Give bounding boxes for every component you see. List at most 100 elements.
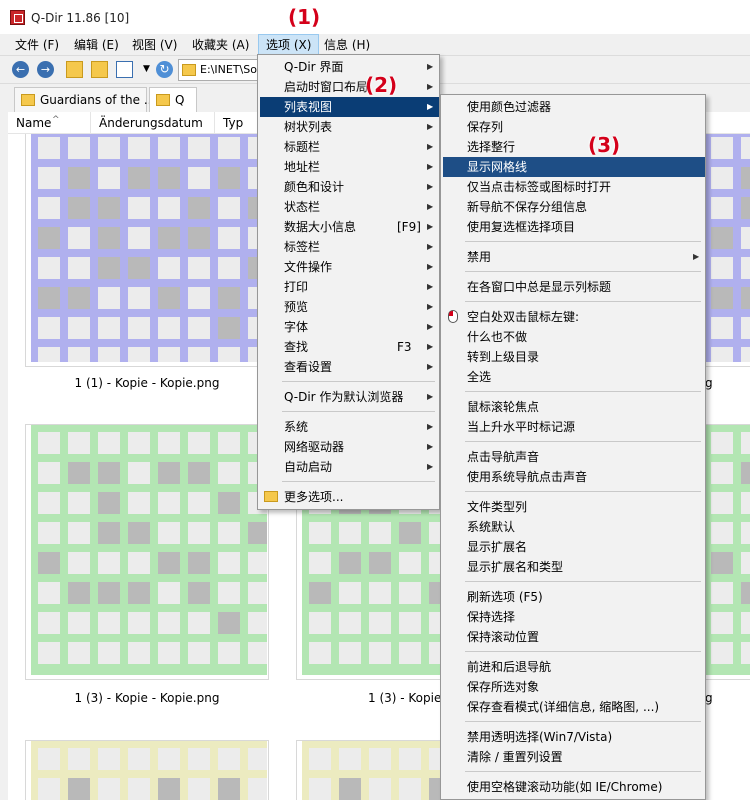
menu-item[interactable]: 显示扩展名和类型 xyxy=(443,557,705,577)
menu-item[interactable]: 什么也不做 xyxy=(443,327,705,347)
menu-item[interactable]: 清除 / 重置列设置 xyxy=(443,747,705,767)
menu-item[interactable]: Q-Dir 界面 ▶ xyxy=(260,57,439,77)
menu-item[interactable]: 保持选择 xyxy=(443,607,705,627)
menu-file[interactable]: 文件 (F) xyxy=(8,34,66,56)
menu-item-label: 仅当点击标签或图标时打开 xyxy=(467,180,612,194)
preview-cell xyxy=(188,778,210,800)
menu-item[interactable]: 显示扩展名 xyxy=(443,537,705,557)
menu-item[interactable]: 系统默认 xyxy=(443,517,705,537)
preview-cell xyxy=(38,257,60,279)
menu-item[interactable]: 网络驱动器 ▶ xyxy=(260,437,439,457)
menu-item[interactable]: 保存所选对象 xyxy=(443,677,705,697)
thumbnail-4[interactable] xyxy=(25,740,269,800)
menu-item[interactable]: 保存列 xyxy=(443,117,705,137)
preview-cell xyxy=(188,197,210,219)
column-name[interactable]: ^ Name xyxy=(8,112,91,134)
menu-favorites[interactable]: 收藏夹 (A) xyxy=(185,34,256,56)
menu-item[interactable]: 字体 ▶ xyxy=(260,317,439,337)
thumbnail-2[interactable] xyxy=(25,424,269,680)
new-folder-icon[interactable] xyxy=(91,61,108,78)
preview-cell xyxy=(309,778,331,800)
column-modified[interactable]: Änderungsdatum xyxy=(91,112,215,134)
menu-item[interactable]: 颜色和设计 ▶ xyxy=(260,177,439,197)
menu-item[interactable]: 地址栏 ▶ xyxy=(260,157,439,177)
menu-item[interactable]: 鼠标滚轮焦点 xyxy=(443,397,705,417)
preview-cell xyxy=(68,492,90,514)
menu-item[interactable]: 启动时窗口布局 ▶ xyxy=(260,77,439,97)
menu-item[interactable]: 禁用透明选择(Win7/Vista) xyxy=(443,727,705,747)
menu-item[interactable]: 保持滚动位置 xyxy=(443,627,705,647)
menu-item[interactable]: 系统 ▶ xyxy=(260,417,439,437)
menu-item[interactable]: 空白处双击鼠标左键: xyxy=(443,307,705,327)
menu-item[interactable]: 点击导航声音 xyxy=(443,447,705,467)
preview-cell xyxy=(98,748,120,770)
menu-item[interactable]: 数据大小信息 [F9] ▶ xyxy=(260,217,439,237)
menu-item[interactable]: 自动启动 ▶ xyxy=(260,457,439,477)
preview-cell xyxy=(158,257,180,279)
preview-cell xyxy=(98,642,120,664)
menu-item[interactable]: 刷新选项 (F5) xyxy=(443,587,705,607)
menu-item[interactable]: 转到上级目录 xyxy=(443,347,705,367)
menu-item[interactable]: Q-Dir 作为默认浏览器 ▶ xyxy=(260,387,439,407)
menu-item[interactable]: 保存查看模式(详细信息, 缩略图, ...) xyxy=(443,697,705,717)
submenu-arrow-icon: ▶ xyxy=(427,362,434,371)
thumbnail-1[interactable] xyxy=(25,134,269,367)
menu-item[interactable]: 预览 ▶ xyxy=(260,297,439,317)
menu-item[interactable]: 更多选项... xyxy=(260,487,439,507)
forward-icon[interactable]: → xyxy=(37,61,54,78)
preview-cell xyxy=(741,347,750,362)
menu-item[interactable]: 文件类型列 xyxy=(443,497,705,517)
menu-item[interactable]: 查找 F3 ▶ xyxy=(260,337,439,357)
preview-cell xyxy=(711,522,733,544)
menu-info[interactable]: 信息 (H) xyxy=(317,34,377,56)
menu-item[interactable]: 使用空格键滚动功能(如 IE/Chrome) xyxy=(443,777,705,797)
menu-item[interactable]: 新导航不保存分组信息 xyxy=(443,197,705,217)
refresh-icon[interactable]: ↻ xyxy=(156,61,173,78)
menu-item[interactable]: 查看设置 ▶ xyxy=(260,357,439,377)
menu-item[interactable]: 使用颜色过滤器 xyxy=(443,97,705,117)
menu-item[interactable]: 树状列表 ▶ xyxy=(260,117,439,137)
menu-item[interactable]: 选择整行 xyxy=(443,137,705,157)
dropdown-arrow-icon[interactable]: ▼ xyxy=(138,61,155,78)
preview-cell xyxy=(741,227,750,249)
preview-cell xyxy=(158,347,180,362)
menu-item[interactable]: 显示网格线 xyxy=(443,157,705,177)
image-preview xyxy=(704,134,750,362)
menu-item[interactable]: 使用复选框选择项目 xyxy=(443,217,705,237)
preview-cell xyxy=(158,522,180,544)
menu-item[interactable]: 全选 xyxy=(443,367,705,387)
tab-guardians[interactable]: Guardians of the ... xyxy=(14,87,155,112)
menu-item[interactable]: 打印 ▶ xyxy=(260,277,439,297)
address-path: E:\INET\So xyxy=(200,63,257,76)
menu-item-label: 保存列 xyxy=(467,120,504,134)
back-icon[interactable]: ← xyxy=(12,61,29,78)
menu-item[interactable]: 仅当点击标签或图标时打开 xyxy=(443,177,705,197)
menu-item[interactable]: 前进和后退导航 xyxy=(443,657,705,677)
preview-cell xyxy=(128,552,150,574)
preview-cell xyxy=(309,642,331,664)
submenu-arrow-icon: ▶ xyxy=(427,262,434,271)
menu-item[interactable]: 禁用 ▶ xyxy=(443,247,705,267)
preview-cell xyxy=(711,552,733,574)
menu-item[interactable]: 状态栏 ▶ xyxy=(260,197,439,217)
menu-item[interactable]: 使用系统导航点击声音 xyxy=(443,467,705,487)
menu-item-label: 网络驱动器 xyxy=(284,440,345,454)
view-mode-icon[interactable] xyxy=(116,61,133,78)
menu-edit[interactable]: 编辑 (E) xyxy=(67,34,126,56)
menu-item[interactable]: 在各窗口中总是显示列标题 xyxy=(443,277,705,297)
address-bar[interactable]: E:\INET\So xyxy=(178,59,260,81)
menu-separator xyxy=(282,411,435,412)
menu-options[interactable]: 选项 (X) xyxy=(258,34,320,56)
menu-item[interactable]: 文件操作 ▶ xyxy=(260,257,439,277)
tab-q[interactable]: Q xyxy=(149,87,197,112)
menu-separator xyxy=(465,441,701,442)
menu-view[interactable]: 视图 (V) xyxy=(125,34,184,56)
menu-item[interactable]: 列表视图 ▶ xyxy=(260,97,439,117)
up-folder-icon[interactable] xyxy=(66,61,83,78)
menu-item[interactable]: 标题栏 ▶ xyxy=(260,137,439,157)
preview-cell xyxy=(98,257,120,279)
preview-cell xyxy=(218,748,240,770)
menu-item[interactable]: 标签栏 ▶ xyxy=(260,237,439,257)
preview-cell xyxy=(128,317,150,339)
menu-item[interactable]: 当上升水平时标记源 xyxy=(443,417,705,437)
